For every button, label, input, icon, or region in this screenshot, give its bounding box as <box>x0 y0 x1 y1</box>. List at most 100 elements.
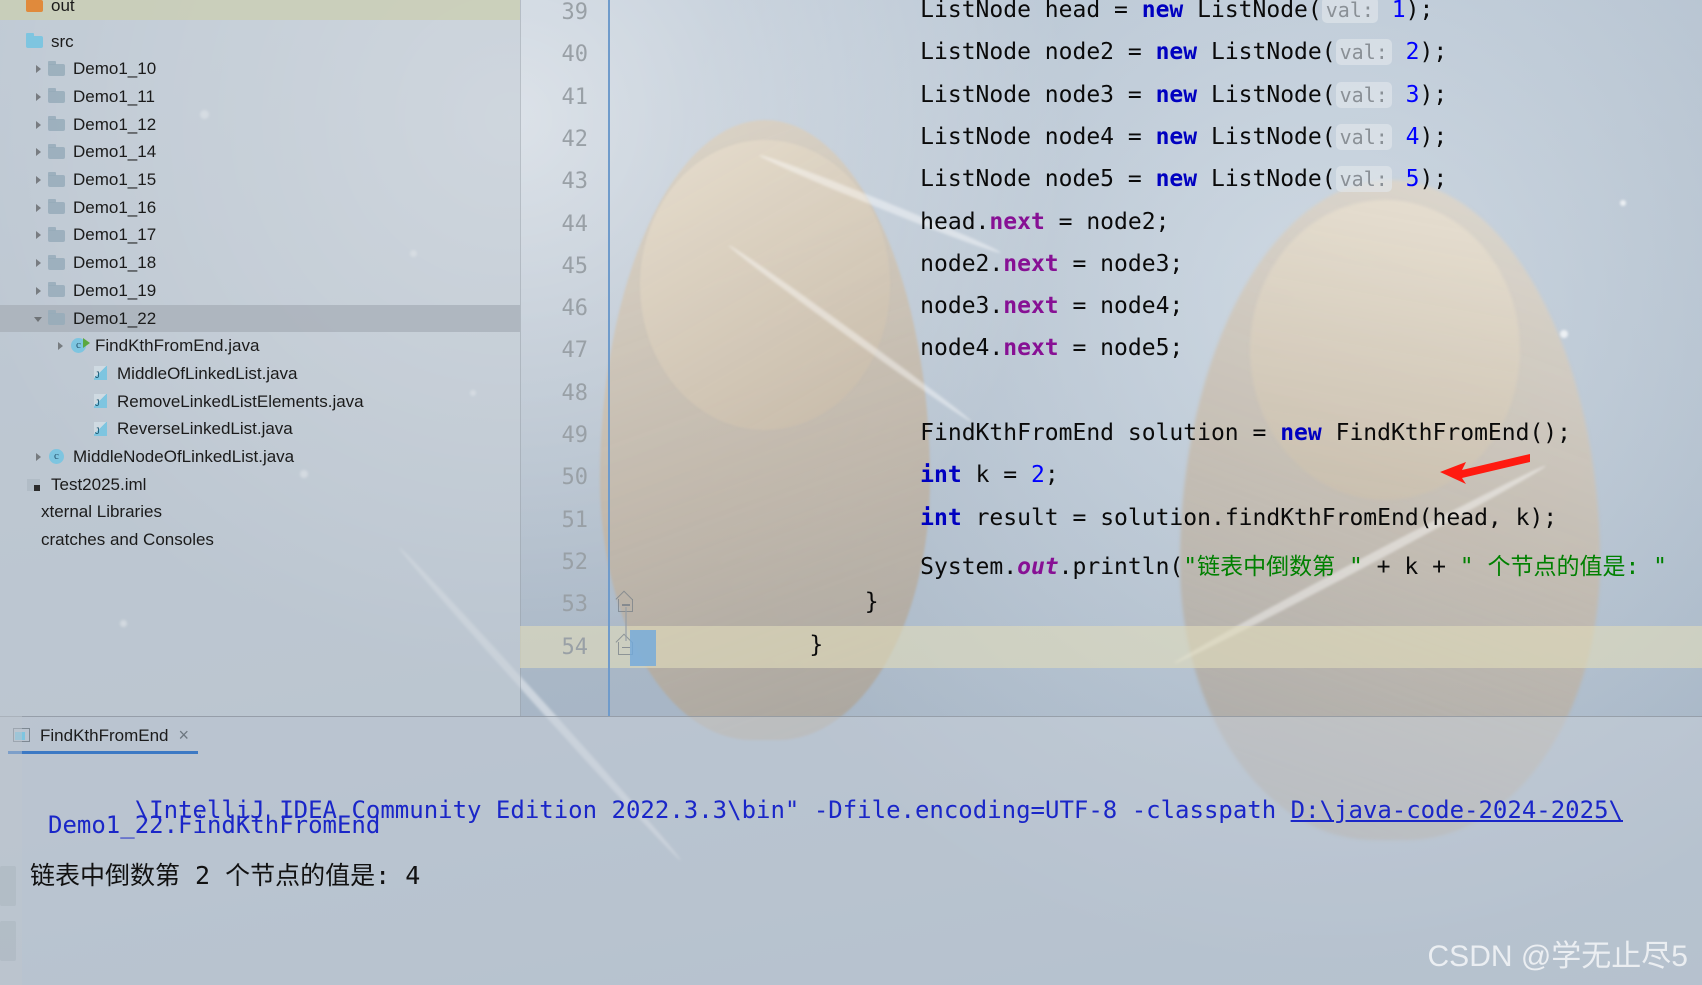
code-text: } <box>754 589 879 615</box>
code-text: ListNode node5 = new ListNode(val: 5); <box>754 166 1447 193</box>
chevron-right-icon[interactable] <box>32 450 46 464</box>
run-tab-findkthfromend[interactable]: FindKthFromEnd × <box>12 719 189 752</box>
tree-item-demo1-11[interactable]: Demo1_11 <box>0 83 520 111</box>
tree-item-xternal-libraries[interactable]: xternal Libraries <box>0 499 520 527</box>
chevron-right-icon <box>76 395 90 409</box>
code-token-num: 1 <box>1391 0 1406 23</box>
code-token-fld: next <box>1003 293 1059 320</box>
code-token-fld: next <box>989 208 1045 235</box>
code-token-plain: + k + <box>1362 553 1460 580</box>
editor-line[interactable]: 46 node3.next = node4; <box>520 287 1702 329</box>
code-text: System.out.println("链表中倒数第 " + k + " 个节点… <box>754 547 1667 581</box>
chevron-right-icon[interactable] <box>32 62 46 76</box>
code-token-plain: ListNode( <box>1197 166 1336 193</box>
code-token-plain: = node4; <box>1058 293 1184 320</box>
run-tool-window[interactable]: FindKthFromEnd × \IntelliJ IDEA Communit… <box>0 716 1702 985</box>
chevron-right-icon[interactable] <box>32 201 46 215</box>
tree-item-test2025-iml[interactable]: Test2025.iml <box>0 471 520 499</box>
editor-line[interactable]: 42 ListNode node4 = new ListNode(val: 4)… <box>520 118 1702 160</box>
code-token-plain: ); <box>1419 81 1448 108</box>
code-token-fld: next <box>1003 250 1059 277</box>
tree-item-middleoflinkedlist-java[interactable]: MiddleOfLinkedList.java <box>0 360 520 388</box>
editor-line[interactable]: 47 node4.next = node5; <box>520 329 1702 371</box>
tree-item-cratches-and-consoles[interactable]: cratches and Consoles <box>0 526 520 554</box>
tree-item-demo1-14[interactable]: Demo1_14 <box>0 139 520 167</box>
tree-item-label: src <box>51 31 74 51</box>
code-token-str: "链表中倒数第 " <box>1183 553 1363 580</box>
chevron-right-icon[interactable] <box>32 118 46 132</box>
tree-item-demo1-22[interactable]: Demo1_22 <box>0 304 520 333</box>
editor-line[interactable]: 52 System.out.println("链表中倒数第 " + k + " … <box>520 541 1702 583</box>
tree-item-label: Demo1_10 <box>73 59 157 79</box>
console-scroll-marker[interactable] <box>0 921 16 961</box>
code-token-plain: ListNode( <box>1197 81 1336 108</box>
console-scroll-marker[interactable] <box>0 866 16 906</box>
editor-line[interactable]: 43 ListNode node5 = new ListNode(val: 5)… <box>520 160 1702 202</box>
editor-line[interactable]: 54 } <box>520 626 1702 668</box>
code-token-hint: val: <box>1321 0 1378 23</box>
chevron-right-icon[interactable] <box>32 284 46 298</box>
code-token-num: 5 <box>1405 166 1420 193</box>
code-token-plain: node4. <box>754 335 1004 362</box>
code-token-plain: k = <box>961 462 1031 489</box>
tree-item-reverselinkedlist-java[interactable]: ReverseLinkedList.java <box>0 416 520 444</box>
line-number: 52 <box>561 549 589 575</box>
chevron-right-icon[interactable] <box>32 173 46 187</box>
editor-line[interactable]: 53 } <box>520 583 1702 625</box>
code-editor[interactable]: 39 ListNode head = new ListNode(val: 1);… <box>520 0 1702 716</box>
tree-item-findkthfromend-java[interactable]: FindKthFromEnd.java <box>0 332 520 360</box>
tree-item-demo1-15[interactable]: Demo1_15 <box>0 166 520 194</box>
code-token-plain: } <box>754 589 879 616</box>
code-token-plain: head. <box>754 208 990 235</box>
code-text: head.next = node2; <box>754 209 1169 235</box>
tree-item-out[interactable]: out <box>0 0 520 20</box>
project-tool-window[interactable]: out src Demo1_10 Demo1_11 Demo1_12 Demo1_14 De… <box>0 0 520 716</box>
code-token-plain: ListNode( <box>1197 123 1336 150</box>
chevron-right-icon[interactable] <box>32 90 46 104</box>
tree-item-label: cratches and Consoles <box>41 530 214 550</box>
editor-line[interactable]: 39 ListNode head = new ListNode(val: 1); <box>520 0 1702 33</box>
editor-line[interactable]: 44 head.next = node2; <box>520 203 1702 245</box>
line-number: 44 <box>561 211 589 237</box>
code-fold-icon[interactable] <box>616 593 638 615</box>
line-number: 48 <box>561 380 589 406</box>
line-number: 43 <box>561 169 589 195</box>
tree-item-demo1-17[interactable]: Demo1_17 <box>0 222 520 250</box>
tree-item-removelinkedlistelements-java[interactable]: RemoveLinkedListElements.java <box>0 388 520 416</box>
line-number: 50 <box>561 465 589 491</box>
editor-line[interactable]: 48 <box>520 372 1702 414</box>
code-token-plain: } <box>754 631 824 658</box>
chevron-right-icon[interactable] <box>32 256 46 270</box>
tree-item-demo1-12[interactable]: Demo1_12 <box>0 111 520 139</box>
chevron-down-icon[interactable] <box>32 312 46 326</box>
tree-item-demo1-16[interactable]: Demo1_16 <box>0 194 520 222</box>
code-token-fld: next <box>1003 335 1059 362</box>
chevron-right-icon[interactable] <box>32 228 46 242</box>
tree-item-src[interactable]: src <box>0 28 520 56</box>
tree-item-middlenodeoflinkedlist-java[interactable]: MiddleNodeOfLinkedList.java <box>0 443 520 471</box>
code-token-plain: result = solution.findKthFromEnd(head, k… <box>961 504 1558 531</box>
close-icon[interactable]: × <box>179 725 190 746</box>
console-classpath-link[interactable]: D:\java-code-2024-2025\ <box>1291 796 1623 824</box>
folder-blue-icon <box>26 33 45 50</box>
line-number: 41 <box>561 84 589 110</box>
chevron-right-icon[interactable] <box>32 145 46 159</box>
code-token-plain: FindKthFromEnd solution = <box>754 420 1281 446</box>
chevron-right-icon[interactable] <box>54 339 68 353</box>
tree-item-demo1-19[interactable]: Demo1_19 <box>0 277 520 305</box>
editor-line[interactable]: 40 ListNode node2 = new ListNode(val: 2)… <box>520 33 1702 75</box>
code-token-plain: ListNode head = <box>754 0 1142 23</box>
editor-line[interactable]: 41 ListNode node3 = new ListNode(val: 3)… <box>520 76 1702 118</box>
tree-item-demo1-18[interactable]: Demo1_18 <box>0 249 520 277</box>
folder-icon <box>48 199 67 216</box>
tree-item-label: MiddleOfLinkedList.java <box>117 363 298 383</box>
folder-icon <box>48 143 67 161</box>
folder-icon <box>48 310 67 327</box>
active-tab-underline <box>8 751 198 754</box>
editor-line[interactable]: 51 int result = solution.findKthFromEnd(… <box>520 499 1702 541</box>
tree-item-demo1-10[interactable]: Demo1_10 <box>0 55 520 83</box>
editor-line[interactable]: 45 node2.next = node3; <box>520 245 1702 287</box>
